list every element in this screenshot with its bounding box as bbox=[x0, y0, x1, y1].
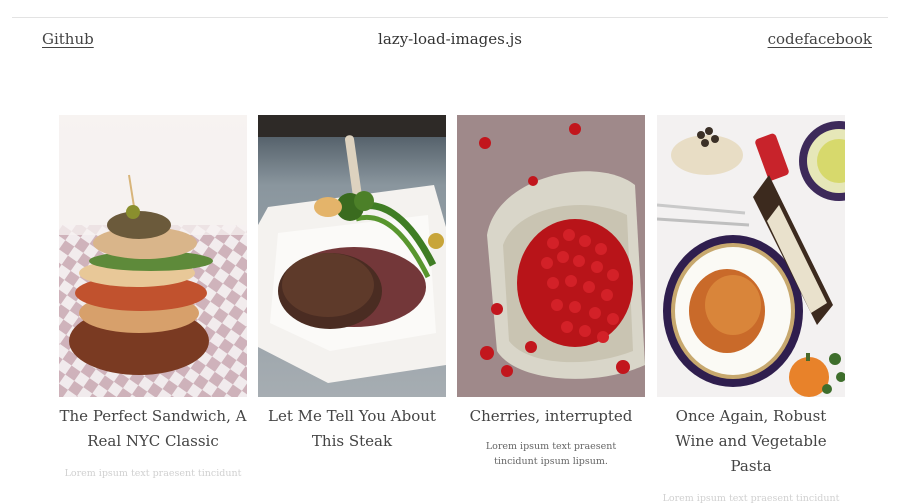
card-excerpt: Lorem ipsum text praesent tincidunt ipsu… bbox=[662, 493, 840, 503]
sandwich-image[interactable] bbox=[59, 115, 247, 397]
card-sandwich[interactable]: The Perfect Sandwich, A Real NYC Classic… bbox=[59, 115, 247, 478]
card-wine-pasta[interactable]: Once Again, Robust Wine and Vegetable Pa… bbox=[657, 115, 845, 503]
wine-pasta-image[interactable] bbox=[657, 115, 845, 397]
card-excerpt: Lorem ipsum text praesent tincidunt ipsu… bbox=[64, 468, 242, 478]
steak-image[interactable] bbox=[258, 115, 446, 397]
site-title: lazy-load-images.js bbox=[378, 30, 522, 48]
card-cherries[interactable]: Cherries, interrupted Lorem ipsum text p… bbox=[457, 115, 645, 469]
card-title[interactable]: Cherries, interrupted bbox=[457, 404, 645, 429]
card-title[interactable]: Once Again, Robust Wine and Vegetable Pa… bbox=[657, 404, 845, 479]
card-steak[interactable]: Let Me Tell You About This Steak bbox=[258, 115, 446, 454]
card-title[interactable]: The Perfect Sandwich, A Real NYC Classic bbox=[59, 404, 247, 454]
cherries-image[interactable] bbox=[457, 115, 645, 397]
header-divider bbox=[12, 17, 888, 18]
card-title[interactable]: Let Me Tell You About This Steak bbox=[258, 404, 446, 454]
card-excerpt: Lorem ipsum text praesent tincidunt ipsu… bbox=[485, 441, 617, 467]
codefacebook-link[interactable]: codefacebook bbox=[768, 30, 872, 48]
